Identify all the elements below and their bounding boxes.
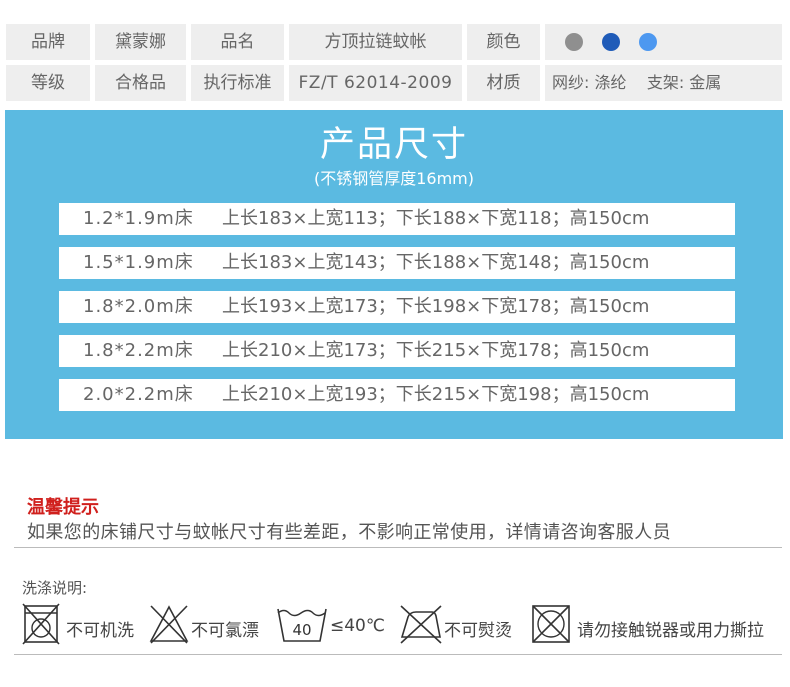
no-bleach-icon (149, 605, 189, 644)
color-swatches (545, 24, 782, 60)
size-row: 2.0*2.2m床 上长210×上宽193；下长215×下宽198；高150cm (59, 379, 735, 411)
net-dimensions: 上长210×上宽173；下长215×下宽178；高150cm (222, 340, 650, 361)
no-iron-icon (400, 605, 442, 644)
grade-label: 等级 (6, 65, 90, 101)
care-label: 请勿接触锐器或用力撕拉 (577, 621, 764, 641)
size-subtitle: (不锈钢管厚度16mm) (313, 169, 475, 188)
care-label: ≤40℃ (330, 616, 385, 636)
bed-size: 2.0*2.2m床 (83, 384, 194, 405)
care-item-wash-40: 40 ≤40℃ (276, 603, 396, 649)
product-size-panel: 产品尺寸 (不锈钢管厚度16mm) 1.2*1.9m床 上长183×上宽113；… (5, 110, 783, 439)
brand-value: 黛蒙娜 (95, 24, 186, 60)
size-row: 1.8*2.0m床 上长193×上宽173；下长198×下宽178；高150cm (59, 291, 735, 323)
divider (14, 547, 782, 548)
material-label: 材质 (467, 65, 540, 101)
wash-40-icon: 40 (277, 608, 327, 642)
care-item-no-machine-wash: 不可机洗 (22, 603, 142, 649)
color-label: 颜色 (467, 24, 540, 60)
net-dimensions: 上长183×上宽113；下长188×下宽118；高150cm (222, 208, 650, 229)
care-label: 不可氯漂 (191, 621, 259, 641)
material-value: 网纱: 涤纶 支架: 金属 (545, 65, 782, 101)
grade-value: 合格品 (95, 65, 186, 101)
tip-title: 温馨提示 (27, 497, 99, 518)
no-tumble-dry-icon (532, 605, 570, 643)
care-label: 不可熨烫 (444, 621, 512, 641)
bed-size: 1.2*1.9m床 (83, 208, 194, 229)
care-item-no-bleach: 不可氯漂 (148, 603, 268, 649)
product-name-value: 方顶拉链蚊帐 (289, 24, 462, 60)
size-title: 产品尺寸 (319, 125, 468, 165)
color-swatch-dark-blue[interactable] (602, 33, 620, 51)
spec-row-1: 品牌 黛蒙娜 品名 方顶拉链蚊帐 颜色 (0, 24, 790, 60)
net-dimensions: 上长183×上宽143；下长188×下宽148；高150cm (222, 252, 650, 273)
net-dimensions: 上长193×上宽173；下长198×下宽178；高150cm (222, 296, 650, 317)
size-row: 1.8*2.2m床 上长210×上宽173；下长215×下宽178；高150cm (59, 335, 735, 367)
wash-title: 洗涤说明: (22, 579, 88, 597)
bed-size: 1.8*2.0m床 (83, 296, 194, 317)
care-label: 不可机洗 (66, 621, 134, 641)
color-swatch-gray[interactable] (565, 33, 583, 51)
no-machine-wash-icon (22, 603, 60, 645)
size-row: 1.2*1.9m床 上长183×上宽113；下长188×下宽118；高150cm (59, 203, 735, 235)
color-swatch-light-blue[interactable] (639, 33, 657, 51)
spec-row-2: 等级 合格品 执行标准 FZ/T 62014-2009 材质 网纱: 涤纶 支架… (0, 65, 790, 101)
net-dimensions: 上长210×上宽193；下长215×下宽198；高150cm (222, 384, 650, 405)
product-name-label: 品名 (191, 24, 284, 60)
bed-size: 1.8*2.2m床 (83, 340, 194, 361)
tub-number: 40 (292, 621, 311, 639)
standard-value: FZ/T 62014-2009 (289, 65, 462, 101)
standard-label: 执行标准 (191, 65, 284, 101)
size-row: 1.5*1.9m床 上长183×上宽143；下长188×下宽148；高150cm (59, 247, 735, 279)
brand-label: 品牌 (6, 24, 90, 60)
bed-size: 1.5*1.9m床 (83, 252, 194, 273)
divider (14, 654, 782, 655)
tip-text: 如果您的床铺尺寸与蚊帐尺寸有些差距，不影响正常使用，详情请咨询客服人员 (27, 522, 671, 543)
care-item-no-tumble-dry: 请勿接触锐器或用力撕拉 (530, 603, 780, 649)
care-item-no-iron: 不可熨烫 (398, 603, 518, 649)
